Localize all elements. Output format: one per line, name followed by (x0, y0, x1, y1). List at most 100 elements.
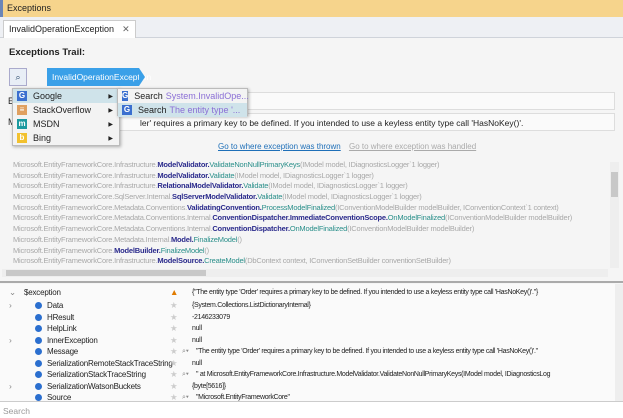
property-name: $exception (24, 288, 61, 297)
google-icon: G (122, 91, 129, 101)
window-title: Exceptions (0, 0, 623, 17)
stack-frame[interactable]: Microsoft.EntityFrameworkCore.Infrastruc… (8, 171, 608, 182)
stackoverflow-icon: ≡ (17, 105, 27, 115)
search-query: The entity type '... (169, 105, 241, 115)
frame-method: Validate (243, 181, 269, 191)
stack-frame[interactable]: Microsoft.EntityFrameworkCore.Infrastruc… (8, 160, 608, 171)
stack-frame[interactable]: Microsoft.EntityFrameworkCore.Metadata.C… (8, 224, 608, 235)
exceptions-trail-label: Exceptions Trail: (9, 47, 86, 58)
frame-method: ProcessModelFinalized (261, 202, 336, 212)
frame-args: (IConventionModelBuilder modelBuilder) (445, 213, 573, 223)
frame-args: (IConventionModelBuilder modelBuilder, I… (334, 202, 559, 212)
frame-method: CreateModel (204, 256, 245, 266)
menu-item-msdn[interactable]: m MSDN ▶ (13, 117, 119, 131)
google-icon: G (17, 91, 27, 101)
frame-class: ModelSource. (157, 256, 205, 266)
frame-method: FinalizeModel (193, 234, 238, 244)
frame-args: (DbContext context, IConventionSetBuilde… (244, 256, 451, 266)
stack-frame[interactable]: Microsoft.EntityFrameworkCore.Metadata.I… (8, 235, 608, 246)
frame-args: (IModel model, IDiagnosticsLogger`1 logg… (282, 192, 422, 202)
property-icon (35, 325, 42, 332)
frame-class: ModelBuilder. (114, 245, 161, 255)
menu-item-bing[interactable]: b Bing ▶ (13, 131, 119, 145)
property-icon (35, 336, 42, 344)
menu-item-label: Bing (33, 133, 52, 143)
go-to-thrown-link[interactable]: Go to where exception was thrown (218, 142, 341, 151)
property-icon (35, 371, 42, 378)
frame-namespace: Microsoft.EntityFrameworkCore.Infrastruc… (13, 256, 158, 266)
msdn-icon: m (17, 119, 27, 129)
search-button[interactable]: ⌕ (9, 68, 27, 86)
frame-args: (IModel model, IDiagnosticsLogger`1 logg… (299, 160, 440, 169)
properties-scrollbar[interactable] (615, 284, 623, 401)
search-google-item[interactable]: G Search System.InvalidOpe... (118, 89, 249, 103)
search-label: Search (138, 105, 167, 115)
frame-method: Validate (209, 170, 235, 180)
tree-row-exception[interactable]: ⌄ $exception ▲ {"The entity type 'Order'… (0, 286, 615, 299)
stack-horizontal-scrollbar[interactable] (2, 269, 608, 277)
frame-method: OnModelFinalized (387, 213, 446, 223)
navigation-links: Go to where exception was thrown Go to w… (218, 142, 476, 151)
stack-frame[interactable]: Microsoft.EntityFrameworkCore.Metadata.C… (8, 213, 608, 224)
frame-args: (IModel model, IDiagnosticsLogger`1 logg… (234, 170, 374, 180)
google-icon: G (122, 105, 132, 115)
property-icon (35, 359, 42, 367)
stack-trace: Microsoft.EntityFrameworkCore.Infrastruc… (8, 160, 608, 268)
go-to-handled-link[interactable]: Go to where exception was handled (349, 142, 476, 151)
frame-namespace: Microsoft.EntityFrameworkCore.Metadata.C… (13, 224, 213, 234)
search-icon: ⌕ (15, 72, 21, 82)
frame-class: ValidatingConvention. (187, 202, 262, 212)
property-icon (35, 348, 42, 355)
property-value: {"The entity type 'Order' requires a pri… (192, 289, 538, 296)
splitter[interactable] (0, 281, 623, 283)
frame-method: OnModelFinalized (289, 224, 348, 234)
bing-icon: b (17, 133, 27, 143)
property-icon (35, 394, 42, 401)
search-provider-menu: G Google ▶ ≡ StackOverflow ▶ m MSDN ▶ b Bing ▶ (12, 88, 120, 146)
frame-class: ModelValidator. (157, 160, 210, 169)
menu-item-stackoverflow[interactable]: ≡ StackOverflow ▶ (13, 103, 119, 117)
stack-vertical-scrollbar[interactable] (610, 162, 619, 268)
tab-invalid-operation-exception[interactable]: InvalidOperationException ✕ (3, 20, 136, 38)
frame-class: ModelValidator. (157, 170, 210, 180)
breadcrumb-exception[interactable]: InvalidOperationException (47, 68, 151, 86)
property-icon (35, 302, 42, 309)
search-input[interactable]: Search (0, 401, 623, 418)
stack-frame[interactable]: Microsoft.EntityFrameworkCore.Infrastruc… (8, 181, 608, 192)
chevron-right-icon: ▶ (108, 107, 113, 114)
menu-item-google[interactable]: G Google ▶ (13, 89, 119, 103)
stack-frame[interactable]: Microsoft.EntityFrameworkCore.Metadata.C… (8, 203, 608, 214)
frame-args: (IModel model, IDiagnosticsLogger`1 logg… (268, 181, 408, 191)
frame-class: RelationalModelValidator. (157, 181, 244, 191)
frame-namespace: Microsoft.EntityFrameworkCore. (13, 245, 115, 255)
close-icon[interactable]: ✕ (122, 24, 130, 34)
stack-frame[interactable]: Microsoft.EntityFrameworkCore.ModelBuild… (8, 246, 608, 257)
frame-args: (IConventionModelBuilder modelBuilder) (347, 224, 475, 234)
frame-args: () (237, 234, 242, 244)
search-google-item[interactable]: G Search The entity type '... (118, 103, 247, 117)
menu-item-label: StackOverflow (33, 105, 92, 115)
frame-class: SqlServerModelValidator. (172, 192, 258, 202)
tab-label: InvalidOperationException (9, 24, 115, 34)
frame-namespace: Microsoft.EntityFrameworkCore.Infrastruc… (13, 181, 158, 191)
menu-item-label: MSDN (33, 119, 60, 129)
warning-icon: ▲ (170, 287, 179, 297)
search-label: Search (134, 91, 163, 101)
frame-namespace: Microsoft.EntityFrameworkCore.SqlServer.… (13, 192, 173, 202)
frame-namespace: Microsoft.EntityFrameworkCore.Metadata.C… (13, 213, 213, 223)
tab-strip: InvalidOperationException ✕ (0, 17, 623, 38)
search-query: System.InvalidOpe... (165, 91, 249, 101)
collapse-chevron-icon[interactable]: ⌄ (9, 286, 16, 299)
frame-args: () (204, 245, 209, 255)
stack-frame[interactable]: Microsoft.EntityFrameworkCore.Infrastruc… (8, 256, 608, 267)
frame-namespace: Microsoft.EntityFrameworkCore.Metadata.I… (13, 234, 171, 244)
frame-namespace: Microsoft.EntityFrameworkCore.Infrastruc… (13, 170, 158, 180)
stack-frame[interactable]: Microsoft.EntityFrameworkCore.SqlServer.… (8, 192, 608, 203)
frame-method: ValidateNonNullPrimaryKeys (209, 160, 300, 169)
properties-tree: ⌄ $exception ▲ {"The entity type 'Order'… (0, 284, 615, 402)
chevron-right-icon: ▶ (108, 135, 113, 142)
frame-class: Model. (170, 234, 194, 244)
chevron-right-icon: ▶ (108, 93, 113, 100)
frame-namespace: Microsoft.EntityFrameworkCore.Infrastruc… (13, 160, 158, 169)
google-submenu: G Search System.InvalidOpe... G Search The en… (117, 88, 249, 117)
